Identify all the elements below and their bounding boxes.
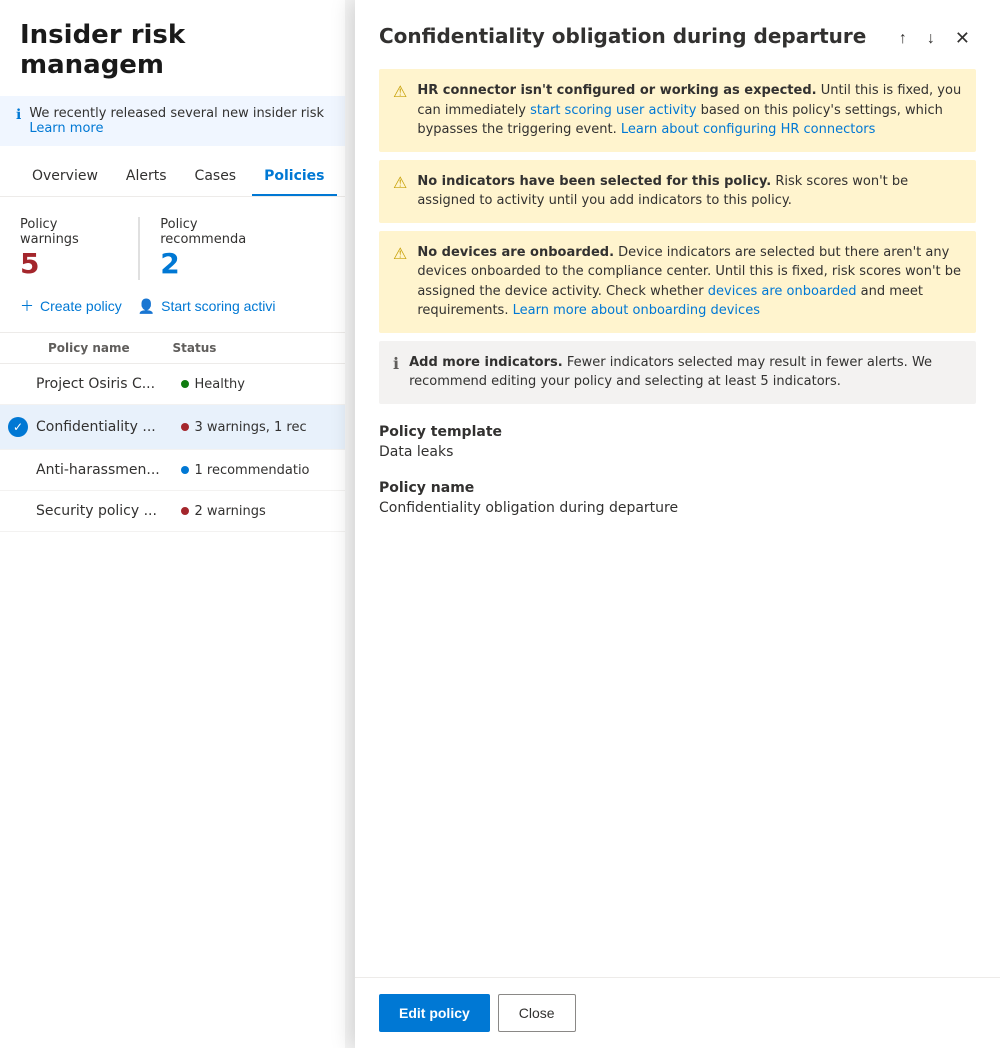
table-header: Policy name Status bbox=[0, 332, 345, 364]
plus-icon: ＋ bbox=[20, 296, 34, 316]
learn-onboarding-link[interactable]: Learn more about onboarding devices bbox=[513, 303, 760, 318]
background-page: Insider risk managem ℹ We recently relea… bbox=[0, 0, 345, 1048]
policy-name-section: Policy name Confidentiality obligation d… bbox=[379, 480, 976, 516]
policy-name-label: Policy name bbox=[379, 480, 976, 496]
policy-name: Project Osiris C... bbox=[36, 376, 181, 392]
stats-row: Policy warnings 5 Policy recommenda 2 bbox=[0, 197, 345, 296]
status-cell: Healthy bbox=[181, 377, 326, 392]
info-circle-icon: ℹ bbox=[393, 354, 399, 373]
alert-text-indicators: No indicators have been selected for thi… bbox=[417, 172, 962, 211]
alert-no-indicators: ⚠ No indicators have been selected for t… bbox=[379, 160, 976, 223]
tab-alerts[interactable]: Alerts bbox=[114, 158, 179, 196]
status-cell: 2 warnings bbox=[181, 504, 326, 519]
alert-text-add: Add more indicators. Fewer indicators se… bbox=[409, 353, 962, 392]
policy-name-value: Confidentiality obligation during depart… bbox=[379, 500, 976, 516]
close-button[interactable]: Close bbox=[498, 994, 576, 1032]
table-row[interactable]: ✓ Confidentiality ... 3 warnings, 1 rec bbox=[0, 405, 345, 450]
info-icon: ℹ bbox=[16, 107, 21, 123]
table-row[interactable]: Security policy ... 2 warnings bbox=[0, 491, 345, 532]
warning-icon: ⚠ bbox=[393, 82, 407, 101]
tab-cases[interactable]: Cases bbox=[183, 158, 249, 196]
close-panel-button[interactable]: ✕ bbox=[949, 24, 976, 53]
status-dot-red bbox=[181, 423, 189, 431]
alert-text-hr: HR connector isn't configured or working… bbox=[417, 81, 962, 140]
person-icon: 👤 bbox=[138, 298, 155, 315]
info-banner: ℹ We recently released several new insid… bbox=[0, 96, 345, 146]
panel-body: ⚠ HR connector isn't configured or worki… bbox=[355, 69, 1000, 977]
status-cell: 3 warnings, 1 rec bbox=[181, 420, 326, 435]
status-dot-blue bbox=[181, 466, 189, 474]
page-title: Insider risk managem bbox=[0, 20, 345, 96]
status-text: 1 recommendatio bbox=[195, 463, 310, 478]
edit-policy-button[interactable]: Edit policy bbox=[379, 994, 490, 1032]
panel-header: Confidentiality obligation during depart… bbox=[355, 0, 1000, 69]
alert-bold: No indicators have been selected for thi… bbox=[417, 174, 771, 189]
policy-template-value: Data leaks bbox=[379, 444, 976, 460]
create-policy-button[interactable]: ＋ Create policy bbox=[20, 296, 122, 316]
policy-name: Anti-harassmen... bbox=[36, 462, 181, 478]
policy-name: Security policy ... bbox=[36, 503, 181, 519]
col-status: Status bbox=[173, 341, 326, 355]
warnings-label: Policy warnings bbox=[20, 217, 118, 247]
alert-add-indicators: ℹ Add more indicators. Fewer indicators … bbox=[379, 341, 976, 404]
nav-down-button[interactable]: ↓ bbox=[921, 26, 941, 52]
action-bar: ＋ Create policy 👤 Start scoring activi bbox=[0, 296, 345, 332]
status-text: Healthy bbox=[195, 377, 245, 392]
recommendations-label: Policy recommenda bbox=[160, 217, 285, 247]
panel-nav: ↑ ↓ ✕ bbox=[893, 24, 976, 53]
alert-no-devices: ⚠ No devices are onboarded. Device indic… bbox=[379, 231, 976, 333]
selected-check-icon: ✓ bbox=[8, 417, 28, 437]
warnings-value: 5 bbox=[20, 247, 118, 280]
detail-panel: Confidentiality obligation during depart… bbox=[355, 0, 1000, 1048]
status-text: 2 warnings bbox=[195, 504, 266, 519]
start-scoring-link[interactable]: start scoring user activity bbox=[530, 103, 696, 118]
tab-policies[interactable]: Policies bbox=[252, 158, 336, 196]
table-row[interactable]: Anti-harassmen... 1 recommendatio bbox=[0, 450, 345, 491]
status-text: 3 warnings, 1 rec bbox=[195, 420, 307, 435]
col-policy-name: Policy name bbox=[20, 341, 173, 355]
policy-warnings-stat: Policy warnings 5 bbox=[20, 217, 140, 280]
status-dot-green bbox=[181, 380, 189, 388]
alert-hr-connector: ⚠ HR connector isn't configured or worki… bbox=[379, 69, 976, 152]
alert-bold: Add more indicators. bbox=[409, 355, 563, 370]
recommendations-value: 2 bbox=[160, 247, 285, 280]
banner-text: We recently released several new insider… bbox=[29, 106, 329, 136]
row-icon: ✓ bbox=[8, 417, 28, 437]
policy-template-section: Policy template Data leaks bbox=[379, 424, 976, 460]
status-cell: 1 recommendatio bbox=[181, 463, 326, 478]
table-row[interactable]: Project Osiris C... Healthy bbox=[0, 364, 345, 405]
policy-name: Confidentiality ... bbox=[36, 419, 181, 435]
learn-hr-connectors-link[interactable]: Learn about configuring HR connectors bbox=[621, 122, 876, 137]
alert-text-devices: No devices are onboarded. Device indicat… bbox=[417, 243, 962, 321]
panel-footer: Edit policy Close bbox=[355, 977, 1000, 1048]
nav-up-button[interactable]: ↑ bbox=[893, 26, 913, 52]
learn-more-link[interactable]: Learn more bbox=[29, 121, 103, 136]
alert-bold: HR connector isn't configured or working… bbox=[417, 83, 816, 98]
warning-icon: ⚠ bbox=[393, 173, 407, 192]
panel-title: Confidentiality obligation during depart… bbox=[379, 24, 893, 48]
policy-template-label: Policy template bbox=[379, 424, 976, 440]
nav-tabs: Overview Alerts Cases Policies bbox=[0, 158, 345, 197]
warning-icon: ⚠ bbox=[393, 244, 407, 263]
policy-recommendations-stat: Policy recommenda 2 bbox=[160, 217, 305, 280]
devices-onboarded-link[interactable]: devices are onboarded bbox=[708, 284, 857, 299]
tab-overview[interactable]: Overview bbox=[20, 158, 110, 196]
alert-bold: No devices are onboarded. bbox=[417, 245, 614, 260]
status-dot-red bbox=[181, 507, 189, 515]
start-scoring-button[interactable]: 👤 Start scoring activi bbox=[138, 298, 276, 315]
